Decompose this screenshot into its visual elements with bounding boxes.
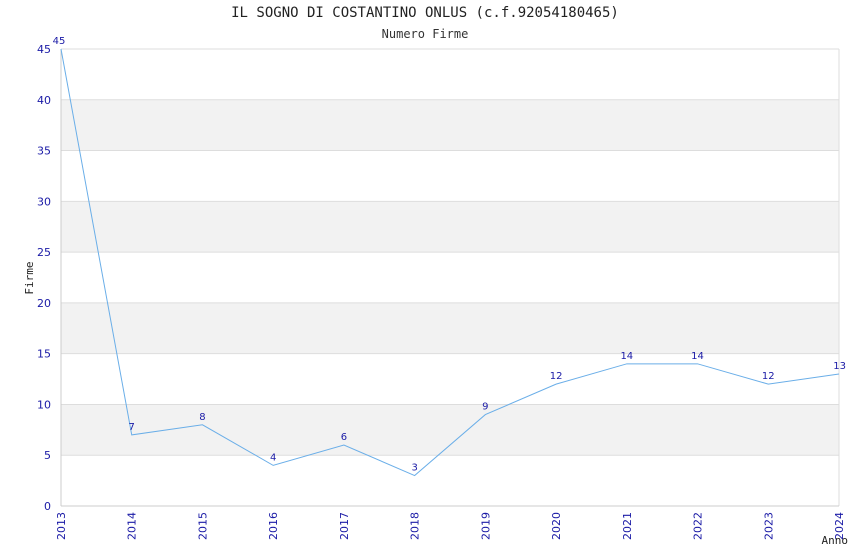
x-tick-label: 2018 [409,512,422,540]
x-tick-label: 2017 [338,512,351,540]
y-tick-label: 0 [44,500,51,513]
y-axis-label: Firme [23,261,36,294]
grid-bands [61,49,839,506]
data-label: 14 [620,351,633,362]
x-ticks: 2013 2014 2015 2016 2017 2018 2019 2020 2021 2022… [55,512,846,540]
grid-band [61,404,839,456]
y-tick-label: 40 [37,94,51,107]
data-label: 3 [411,463,417,474]
grid-band [61,49,839,100]
y-tick-label: 45 [37,43,51,56]
y-tick-label: 20 [37,297,51,310]
x-axis-label: Anno [822,534,849,547]
x-tick-label: 2015 [196,512,209,540]
y-tick-label: 30 [37,195,51,208]
data-label: 12 [762,371,775,382]
data-label: 9 [482,402,488,413]
grid-band [61,201,839,253]
x-tick-label: 2013 [55,512,68,540]
data-label: 4 [270,452,276,463]
data-label: 7 [129,422,135,433]
y-tick-label: 35 [37,145,51,158]
y-tick-label: 15 [37,348,51,361]
data-label: 14 [691,351,704,362]
data-label: 8 [199,412,205,423]
data-label: 12 [550,371,563,382]
grid-band [61,252,839,303]
grid-band [61,455,839,506]
grid-band [61,150,839,202]
x-tick-label: 2020 [550,512,563,540]
x-tick-label: 2022 [692,512,705,540]
x-tick-label: 2021 [621,512,634,540]
y-tick-label: 10 [37,398,51,411]
data-label: 45 [53,36,66,47]
x-tick-label: 2019 [479,512,492,540]
x-tick-label: 2023 [762,512,775,540]
data-label: 6 [341,432,347,443]
line-chart: 051015202530354045 2013 2014 2015 2016 2017 2… [23,36,849,547]
grid-band [61,99,839,151]
y-ticks: 0 5 10 15 20 25 30 35 40 45 [37,43,51,513]
y-tick-label: 25 [37,246,51,259]
grid-band [61,353,839,405]
grid-band [61,302,839,354]
x-tick-label: 2014 [126,512,139,540]
x-tick-label: 2016 [267,512,280,540]
data-label: 13 [833,361,846,372]
y-tick-label: 5 [44,449,51,462]
